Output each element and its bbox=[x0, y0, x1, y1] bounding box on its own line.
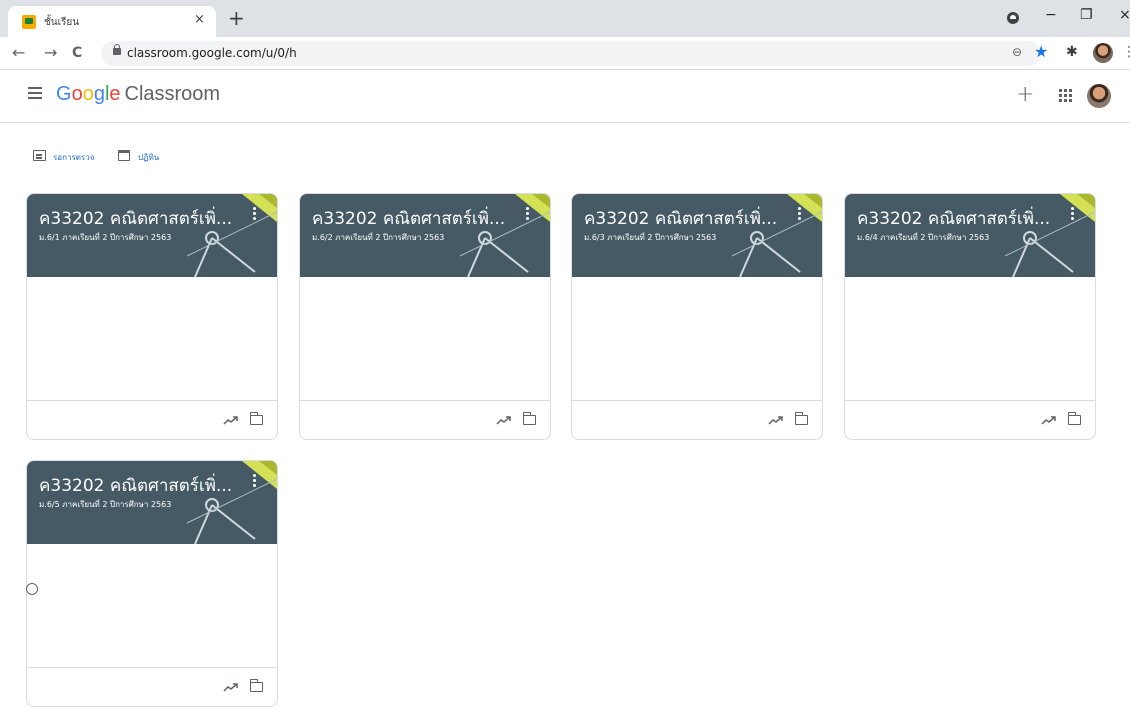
help-icon[interactable] bbox=[26, 583, 38, 595]
hamburger-icon[interactable] bbox=[28, 87, 42, 99]
class-card-header[interactable]: ค33202 คณิตศาสตร์เพิ่... ม.6/5 ภาคเรียนที… bbox=[27, 461, 277, 544]
lock-icon bbox=[113, 44, 121, 55]
more-vert-icon[interactable] bbox=[798, 207, 804, 223]
app-header: Google Classroom + bbox=[0, 71, 1130, 123]
reload-button[interactable]: C bbox=[72, 45, 82, 61]
more-vert-icon[interactable] bbox=[253, 207, 259, 223]
minimize-button[interactable]: − bbox=[1045, 7, 1057, 23]
class-card-footer bbox=[27, 400, 277, 439]
browser-tab[interactable]: ชั้นเรียน × bbox=[8, 6, 216, 37]
folder-icon[interactable] bbox=[522, 412, 536, 425]
zoom-icon[interactable]: ⊖ bbox=[1012, 45, 1022, 59]
new-tab-button[interactable]: + bbox=[228, 6, 245, 30]
class-card-header[interactable]: ค33202 คณิตศาสตร์เพิ่... ม.6/3 ภาคเรียนที… bbox=[572, 194, 822, 277]
tab-title: ชั้นเรียน bbox=[44, 17, 80, 28]
account-avatar[interactable] bbox=[1087, 84, 1111, 108]
classroom-favicon-icon bbox=[22, 15, 36, 29]
folder-icon[interactable] bbox=[249, 412, 263, 425]
todo-label: รอการตรวจ bbox=[53, 153, 95, 162]
more-vert-icon[interactable] bbox=[253, 474, 259, 490]
calendar-icon bbox=[118, 150, 130, 161]
class-card[interactable]: ค33202 คณิตศาสตร์เพิ่... ม.6/3 ภาคเรียนที… bbox=[571, 193, 823, 440]
class-section: ม.6/1 ภาคเรียนที่ 2 ปีการศึกษา 2563 bbox=[39, 233, 172, 242]
tab-close-button[interactable]: × bbox=[194, 12, 205, 27]
class-title[interactable]: ค33202 คณิตศาสตร์เพิ่... bbox=[39, 205, 232, 232]
close-window-button[interactable]: × bbox=[1119, 7, 1130, 23]
class-card-footer bbox=[27, 667, 277, 706]
folder-icon[interactable] bbox=[794, 412, 808, 425]
restore-button[interactable]: ❐ bbox=[1080, 7, 1093, 23]
class-card[interactable]: ค33202 คณิตศาสตร์เพิ่... ม.6/2 ภาคเรียนที… bbox=[299, 193, 551, 440]
class-card-header[interactable]: ค33202 คณิตศาสตร์เพิ่... ม.6/4 ภาคเรียนที… bbox=[845, 194, 1095, 277]
class-card-footer bbox=[300, 400, 550, 439]
apps-grid-icon[interactable] bbox=[1059, 89, 1073, 103]
class-section: ม.6/3 ภาคเรียนที่ 2 ปีการศึกษา 2563 bbox=[584, 233, 717, 242]
folder-icon[interactable] bbox=[1067, 412, 1081, 425]
class-card[interactable]: ค33202 คณิตศาสตร์เพิ่... ม.6/4 ภาคเรียนที… bbox=[844, 193, 1096, 440]
calendar-label: ปฏิทิน bbox=[138, 153, 160, 162]
class-title[interactable]: ค33202 คณิตศาสตร์เพิ่... bbox=[312, 205, 505, 232]
class-section: ม.6/2 ภาคเรียนที่ 2 ปีการศึกษา 2563 bbox=[312, 233, 445, 242]
class-card-footer bbox=[845, 400, 1095, 439]
class-title[interactable]: ค33202 คณิตศาสตร์เพิ่... bbox=[857, 205, 1050, 232]
class-card-header[interactable]: ค33202 คณิตศาสตร์เพิ่... ม.6/1 ภาคเรียนที… bbox=[27, 194, 277, 277]
class-title[interactable]: ค33202 คณิตศาสตร์เพิ่... bbox=[39, 472, 232, 499]
extensions-icon[interactable]: ✱ bbox=[1066, 44, 1078, 60]
bookmark-star-icon[interactable]: ★ bbox=[1034, 42, 1048, 61]
create-join-class-button[interactable]: + bbox=[1016, 82, 1034, 107]
trending-icon[interactable] bbox=[223, 415, 239, 425]
profile-indicator-icon[interactable] bbox=[1007, 12, 1019, 24]
address-bar[interactable]: classroom.google.com/u/0/h ⊖ bbox=[101, 41, 1041, 66]
class-card[interactable]: ค33202 คณิตศาสตร์เพิ่... ม.6/5 ภาคเรียนที… bbox=[26, 460, 278, 707]
browser-toolbar: ← → C classroom.google.com/u/0/h ⊖ bbox=[0, 37, 1130, 70]
class-card-header[interactable]: ค33202 คณิตศาสตร์เพิ่... ม.6/2 ภาคเรียนที… bbox=[300, 194, 550, 277]
class-card[interactable]: ค33202 คณิตศาสตร์เพิ่... ม.6/1 ภาคเรียนที… bbox=[26, 193, 278, 440]
class-section: ม.6/5 ภาคเรียนที่ 2 ปีการศึกษา 2563 bbox=[39, 500, 172, 509]
url-text[interactable]: classroom.google.com/u/0/h bbox=[127, 46, 297, 60]
more-vert-icon[interactable] bbox=[1071, 207, 1077, 223]
folder-icon[interactable] bbox=[249, 679, 263, 692]
class-card-footer bbox=[572, 400, 822, 439]
todo-icon bbox=[33, 150, 46, 161]
browser-tabstrip: ชั้นเรียน × + − ❐ × bbox=[0, 0, 1130, 37]
trending-icon[interactable] bbox=[1041, 415, 1057, 425]
trending-icon[interactable] bbox=[223, 682, 239, 692]
browser-menu-icon[interactable]: ⋮ bbox=[1122, 44, 1130, 60]
back-button[interactable]: ← bbox=[12, 43, 25, 62]
more-vert-icon[interactable] bbox=[526, 207, 532, 223]
class-title[interactable]: ค33202 คณิตศาสตร์เพิ่... bbox=[584, 205, 777, 232]
forward-button[interactable]: → bbox=[44, 43, 57, 62]
trending-icon[interactable] bbox=[768, 415, 784, 425]
google-classroom-logo[interactable]: Google Classroom bbox=[56, 83, 220, 106]
trending-icon[interactable] bbox=[496, 415, 512, 425]
class-section: ม.6/4 ภาคเรียนที่ 2 ปีการศึกษา 2563 bbox=[857, 233, 990, 242]
browser-profile-avatar[interactable] bbox=[1093, 43, 1113, 63]
